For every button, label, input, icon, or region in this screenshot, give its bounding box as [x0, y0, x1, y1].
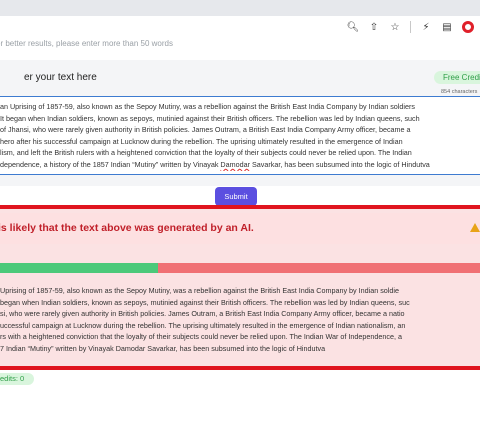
analyzed-text-line: Uprising of 1857-59, also known as the S… [0, 286, 399, 295]
credits-remaining-badge: edits: 0 [0, 373, 34, 385]
analyzed-text-line: began when Indian soldiers, known as sep… [0, 297, 410, 307]
input-text-line: It began when Indian soldiers, known as … [0, 113, 420, 123]
analyzed-text: Uprising of 1857-59, also known as the S… [0, 285, 480, 355]
star-icon[interactable]: ☆ [389, 21, 401, 33]
opera-icon[interactable] [462, 21, 474, 33]
sidebar-icon[interactable]: ▤ [441, 21, 453, 33]
human-probability-fill [0, 263, 159, 273]
toolbar-icons: 🔍︎ ⇧ ☆ ⚡︎ ▤ [347, 20, 480, 34]
probability-bar [0, 263, 480, 273]
character-count: 854 characters [441, 89, 478, 95]
zoom-icon[interactable]: 🔍︎ [347, 21, 360, 33]
result-message: is likely that the text above was genera… [0, 222, 254, 234]
extension-icon[interactable]: ⚡︎ [420, 21, 432, 33]
warning-icon [470, 223, 480, 232]
result-bottom-border [0, 366, 480, 370]
input-text-line: an Uprising of 1857-59, also known as th… [0, 102, 415, 111]
input-text-line: of Jhansi, who were rarely given authori… [0, 125, 411, 135]
input-hint: or better results, please enter more tha… [0, 39, 173, 48]
analyzed-text-line: uccessful campaign at Lucknow during the… [0, 320, 406, 330]
spellcheck-word: Damodar [220, 159, 250, 169]
analyzed-text-line: 7 Indian “Mutiny” written by Vinayak Dam… [0, 343, 326, 353]
input-text-fragment: Savarkar, has been subsumed into the log… [249, 159, 430, 169]
free-credits-badge: Free Credits [434, 71, 480, 84]
analyzed-text-line: rs with a heightened conviction that the… [0, 332, 402, 342]
input-text-line: dependence, a history of the 1857 Indian… [0, 159, 480, 171]
input-text-line: lism, and left the British rulers with a… [0, 148, 412, 158]
input-text-line: hero after his successful campaign at Lu… [0, 136, 403, 146]
browser-chrome: 🔍︎ ⇧ ☆ ⚡︎ ▤ [0, 0, 480, 38]
toolbar-divider [410, 21, 411, 33]
input-title: er your text here [24, 72, 97, 83]
share-icon[interactable]: ⇧ [368, 21, 380, 33]
input-text: an Uprising of 1857-59, also known as th… [0, 101, 480, 171]
analyzed-text-line: si, who were rarely given authority in B… [0, 309, 405, 319]
input-text-fragment: dependence, a history of the 1857 Indian… [0, 159, 221, 169]
submit-button[interactable]: Submit [215, 187, 257, 206]
